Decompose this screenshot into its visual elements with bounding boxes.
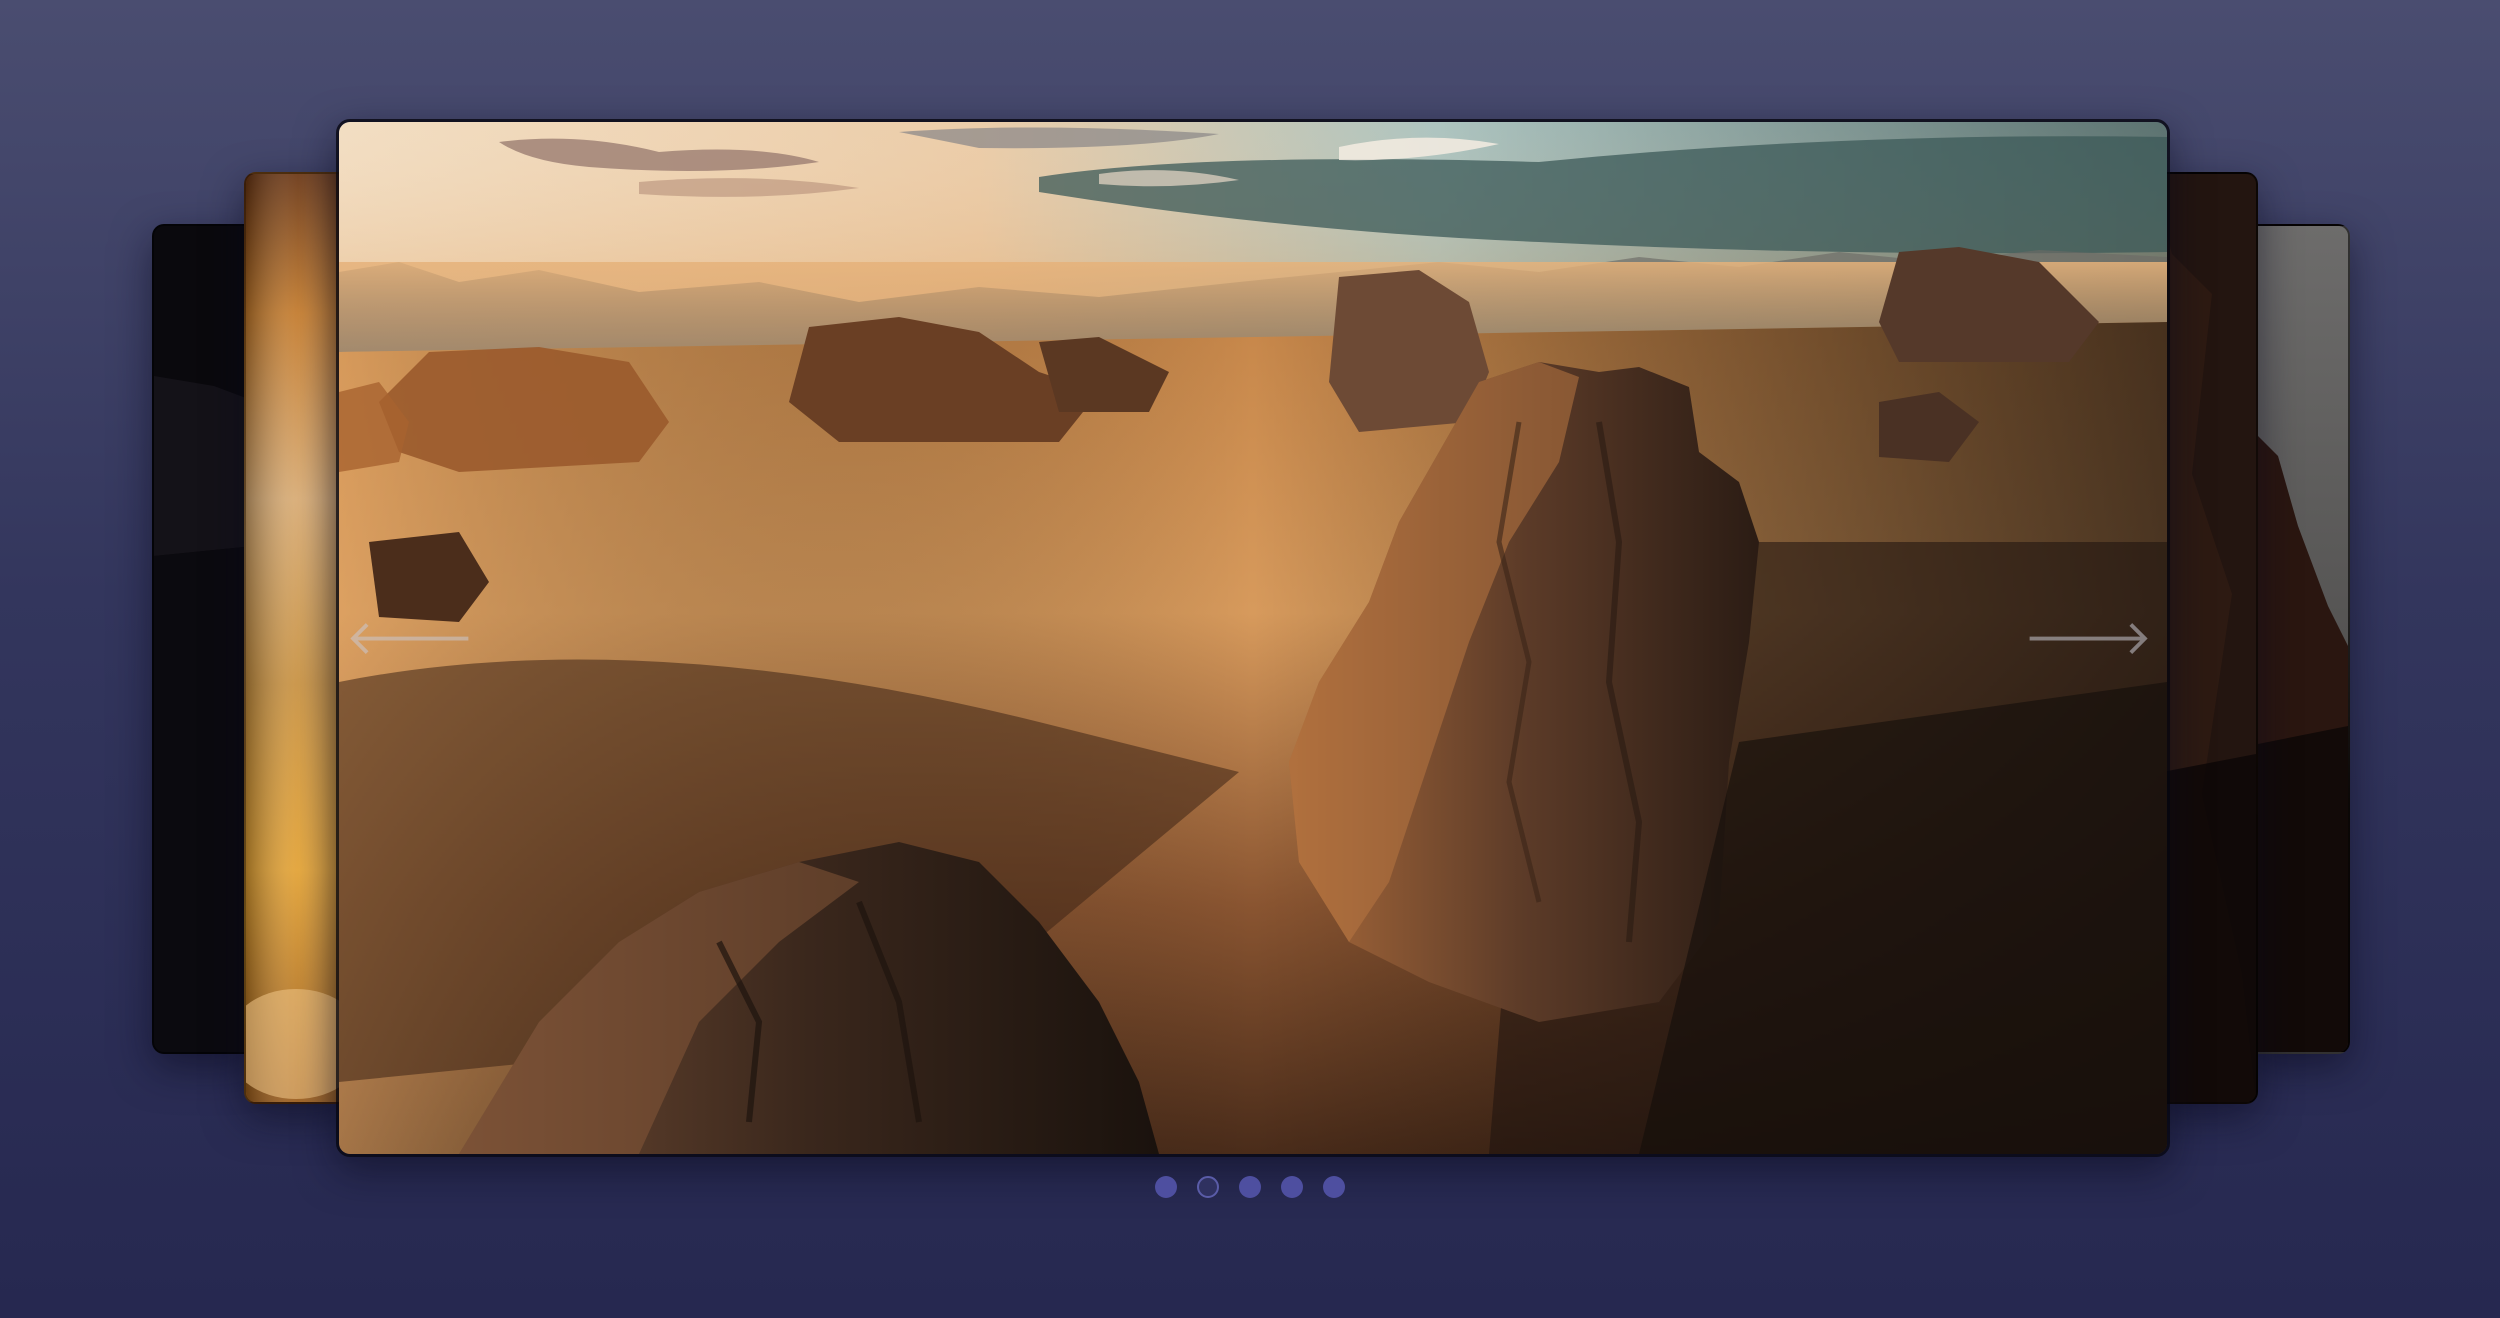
pagination-dots	[0, 1174, 2500, 1200]
pagination-dot-1[interactable]	[1155, 1176, 1177, 1198]
pagination-dot-5[interactable]	[1323, 1176, 1345, 1198]
sunset-clouds-image	[246, 174, 350, 1102]
arrow-right-icon: 🡒	[2023, 610, 2153, 666]
pagination-dot-3[interactable]	[1239, 1176, 1261, 1198]
arrow-left-icon: 🡐	[345, 610, 475, 666]
pagination-dot-4[interactable]	[1281, 1176, 1303, 1198]
desert-rock-formations-image	[339, 122, 2167, 1154]
slide-back-right-2[interactable]	[2246, 224, 2350, 1054]
slide-back-left-2[interactable]	[152, 224, 256, 1054]
dark-landscape-image	[154, 226, 254, 1052]
slide-main[interactable]	[336, 119, 2170, 1157]
next-slide-button[interactable]: 🡒	[2024, 610, 2153, 666]
carousel: 🡐 🡒	[0, 0, 2500, 1318]
grey-sky-cliff-image	[2248, 226, 2348, 1052]
prev-slide-button[interactable]: 🡐	[346, 610, 475, 666]
pagination-dot-2-active[interactable]	[1197, 1176, 1219, 1198]
